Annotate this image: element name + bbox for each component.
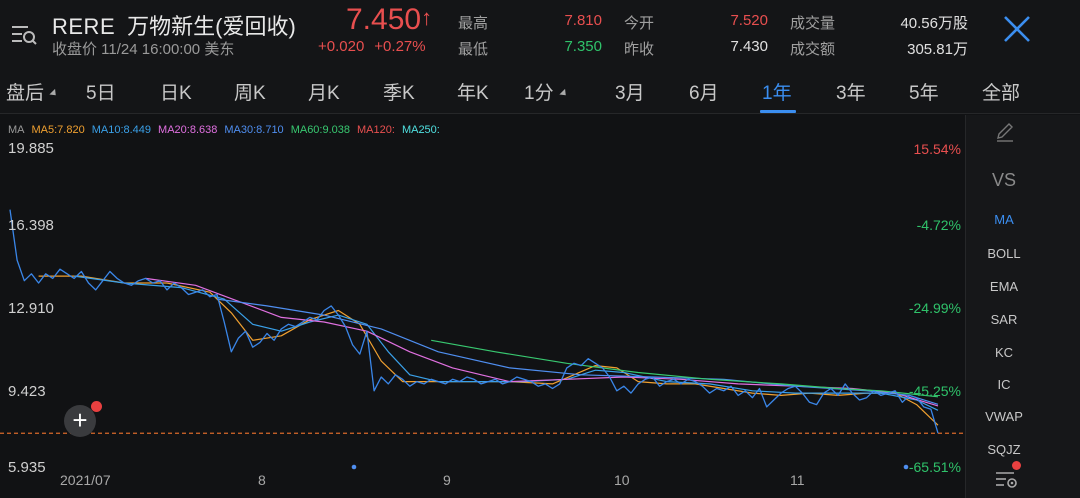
indicator-vs[interactable]: VS <box>966 170 1042 191</box>
ma5-legend: MA5:7.820 <box>31 124 85 136</box>
y-tick-label: 5.935 <box>8 459 46 476</box>
pct-tick-label: -65.51% <box>908 459 961 475</box>
event-marker[interactable] <box>351 464 357 470</box>
indicator-sar[interactable]: SAR <box>966 312 1042 327</box>
x-tick-label: 11 <box>790 472 805 488</box>
ma60-legend: MA60:9.038 <box>290 124 351 136</box>
indicator-ic[interactable]: IC <box>966 377 1042 392</box>
ma250-legend: MA250: <box>401 124 440 136</box>
close-icon[interactable] <box>998 10 1036 48</box>
ma-legend: MA MA5:7.820 MA10:8.449 MA20:8.638 MA30:8.71… <box>8 124 447 136</box>
x-tick-label: 10 <box>614 472 630 488</box>
pct-tick-label: 15.54% <box>913 141 961 157</box>
series-line-ma60 <box>431 339 939 398</box>
y-tick-label: 12.910 <box>8 300 54 317</box>
price-chart[interactable] <box>0 0 965 498</box>
ma-legend-title: MA <box>8 124 25 136</box>
y-tick-label: 9.423 <box>8 383 46 400</box>
series-line-ma10 <box>74 275 939 411</box>
notification-dot <box>91 401 102 412</box>
x-tick-label: 8 <box>258 472 266 488</box>
ma20-legend: MA20:8.638 <box>158 124 218 136</box>
y-tick-label: 16.398 <box>8 217 54 234</box>
x-tick-label: 9 <box>443 472 451 488</box>
ma30-legend: MA30:8.710 <box>224 124 284 136</box>
indicator-ma[interactable]: MA <box>966 212 1042 227</box>
pct-tick-label: -4.72% <box>916 217 961 233</box>
x-tick-label: 2021/07 <box>60 472 111 488</box>
tab-all[interactable]: 全部 <box>982 78 1020 105</box>
ma10-legend: MA10:8.449 <box>91 124 152 136</box>
indicator-boll[interactable]: BOLL <box>966 246 1042 261</box>
notification-dot <box>1012 461 1021 470</box>
indicator-ema[interactable]: EMA <box>966 279 1042 294</box>
series-line-price <box>9 209 939 434</box>
y-tick-label: 19.885 <box>8 140 54 157</box>
indicator-vwap[interactable]: VWAP <box>966 409 1042 424</box>
indicator-panel: VS MA BOLL EMA SAR KC IC VWAP SQJZ <box>965 115 1080 498</box>
ma120-legend: MA120: <box>357 124 395 136</box>
pct-tick-label: -45.25% <box>908 383 961 399</box>
indicator-kc[interactable]: KC <box>966 345 1042 360</box>
settings-icon[interactable] <box>994 467 1020 491</box>
indicator-sqjz[interactable]: SQJZ <box>966 442 1042 457</box>
pct-tick-label: -24.99% <box>908 300 961 316</box>
pencil-icon[interactable] <box>993 120 1017 144</box>
